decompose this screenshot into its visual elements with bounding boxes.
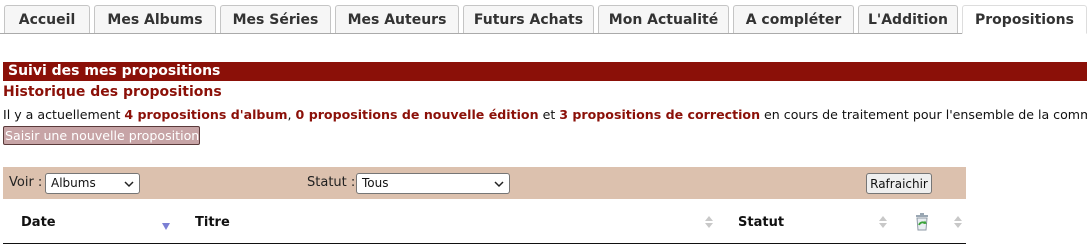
chevron-down-icon	[124, 181, 134, 188]
trash-refresh-icon[interactable]	[912, 212, 932, 232]
summary-text: Il y a actuellement 4 propositions d'alb…	[3, 107, 1087, 122]
tab-mes-albums[interactable]: Mes Albums	[94, 5, 216, 34]
section-title-bar: Suivi des mes propositions	[3, 62, 1087, 81]
sort-desc-icon[interactable]	[162, 219, 170, 233]
tab-l-addition[interactable]: L'Addition	[858, 5, 958, 34]
section-subtitle: Historique des propositions	[3, 84, 222, 100]
summary-albums-count: 4 propositions d'album	[124, 107, 288, 122]
statut-select[interactable]: Tous	[356, 173, 510, 194]
summary-suffix: en cours de traitement pour l'ensemble d…	[760, 107, 1087, 122]
summary-sep2: et	[538, 107, 560, 122]
statut-select-value: Tous	[362, 176, 389, 190]
table-header: Date Titre Statut	[3, 199, 966, 245]
sort-both-icon[interactable]	[879, 215, 887, 229]
summary-corrections-count: 3 propositions de correction	[559, 107, 761, 122]
statut-label: Statut :	[307, 175, 356, 190]
sort-both-icon[interactable]	[705, 215, 713, 229]
tab-mon-actualite[interactable]: Mon Actualité	[598, 5, 729, 34]
summary-prefix: Il y a actuellement	[3, 107, 125, 122]
tab-propositions[interactable]: Propositions	[962, 5, 1087, 34]
tab-futurs-achats[interactable]: Futurs Achats	[463, 5, 594, 34]
column-header-statut[interactable]: Statut	[738, 215, 784, 230]
voir-select-value: Albums	[51, 176, 96, 190]
tab-a-completer[interactable]: A compléter	[733, 5, 854, 34]
column-header-titre[interactable]: Titre	[195, 215, 230, 230]
tab-accueil[interactable]: Accueil	[4, 5, 90, 34]
new-proposition-button[interactable]: Saisir une nouvelle proposition	[3, 126, 200, 145]
refresh-button[interactable]: Rafraichir	[866, 173, 932, 194]
filter-bar: Voir : Albums Statut : Tous Rafraichir	[3, 167, 966, 199]
chevron-down-icon	[494, 181, 504, 188]
voir-select[interactable]: Albums	[45, 173, 140, 194]
column-header-date[interactable]: Date	[21, 215, 56, 230]
summary-sep1: ,	[287, 107, 296, 122]
tab-mes-auteurs[interactable]: Mes Auteurs	[335, 5, 459, 34]
sort-both-icon[interactable]	[954, 215, 962, 229]
nav-tabs: Accueil Mes Albums Mes Séries Mes Auteur…	[0, 0, 1087, 34]
voir-label: Voir :	[9, 175, 43, 190]
summary-editions-count: 0 propositions de nouvelle édition	[295, 107, 539, 122]
tab-mes-series[interactable]: Mes Séries	[220, 5, 331, 34]
